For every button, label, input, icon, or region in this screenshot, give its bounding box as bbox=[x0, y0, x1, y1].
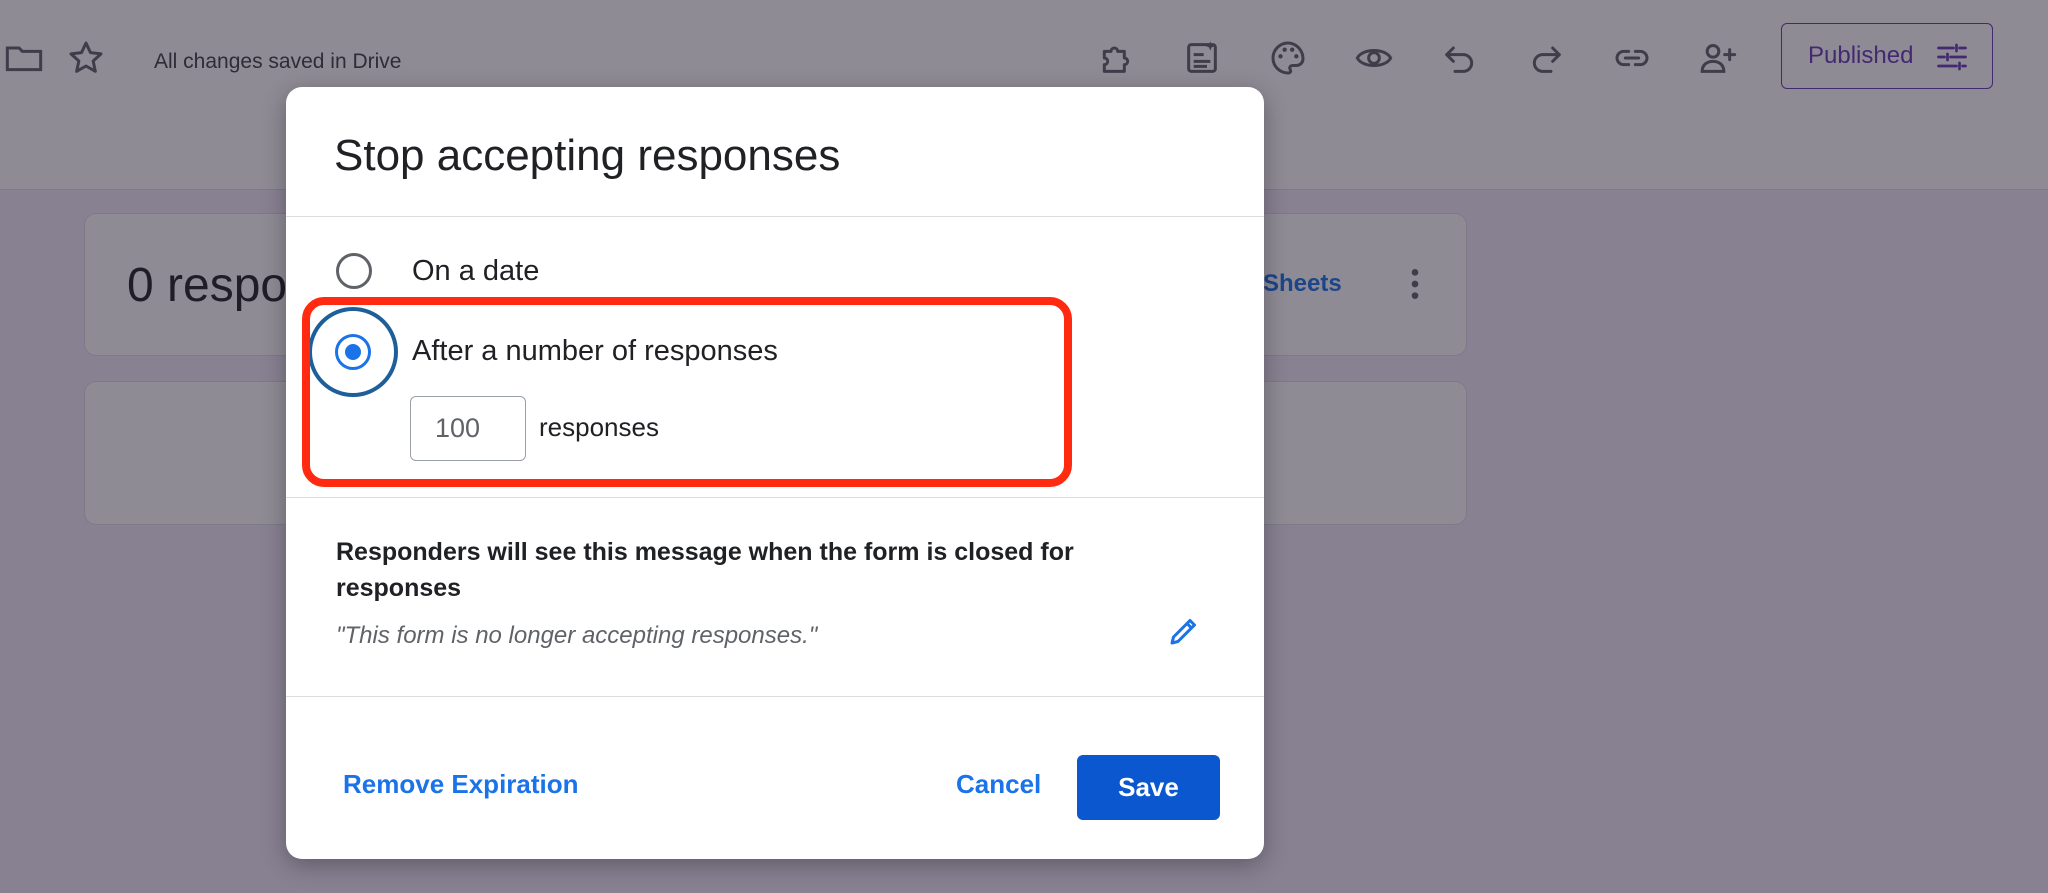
divider bbox=[286, 696, 1264, 697]
dialog-title: Stop accepting responses bbox=[334, 131, 841, 180]
remove-expiration-button[interactable]: Remove Expiration bbox=[343, 769, 579, 800]
save-button[interactable]: Save bbox=[1077, 755, 1220, 820]
cancel-button[interactable]: Cancel bbox=[956, 769, 1041, 800]
edit-pencil-icon[interactable] bbox=[1166, 613, 1202, 649]
highlight-box bbox=[302, 297, 1072, 487]
closed-message-text: "This form is no longer accepting respon… bbox=[336, 622, 818, 649]
radio-on-a-date[interactable] bbox=[336, 253, 372, 289]
closed-message-heading: Responders will see this message when th… bbox=[336, 538, 1074, 602]
radio-label-on-a-date: On a date bbox=[412, 255, 540, 287]
stop-accepting-responses-dialog: Stop accepting responses On a date After… bbox=[286, 87, 1264, 859]
divider bbox=[286, 497, 1264, 498]
divider bbox=[286, 216, 1264, 217]
